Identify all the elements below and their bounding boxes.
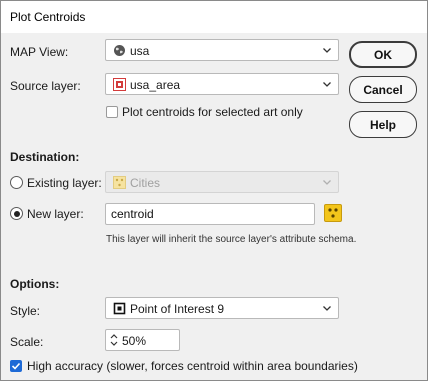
point-layer-icon <box>113 176 126 189</box>
map-view-value: usa <box>130 44 150 58</box>
point-style-icon <box>328 208 338 218</box>
style-label: Style: <box>10 304 41 318</box>
high-accuracy-label: High accuracy (slower, forces centroid w… <box>27 359 358 373</box>
title-bar: Plot Centroids <box>1 1 427 33</box>
window-title: Plot Centroids <box>10 10 86 24</box>
existing-layer-value: Cities <box>130 176 161 190</box>
cancel-button[interactable]: Cancel <box>349 76 417 103</box>
style-dropdown[interactable]: Point of Interest 9 <box>105 297 339 319</box>
chevron-down-icon <box>323 48 331 53</box>
selected-only-label: Plot centroids for selected art only <box>122 105 303 119</box>
globe-icon <box>114 45 125 56</box>
existing-layer-dropdown[interactable]: Cities <box>105 171 339 193</box>
existing-layer-label: Existing layer: <box>27 176 102 190</box>
destination-heading: Destination: <box>10 150 80 164</box>
new-layer-label: New layer: <box>27 207 84 221</box>
plot-centroids-dialog: Plot Centroids MAP View: usa Source laye… <box>0 0 428 381</box>
checkmark-icon <box>11 362 21 370</box>
area-layer-icon <box>113 78 126 91</box>
source-layer-value: usa_area <box>130 78 181 92</box>
ok-button[interactable]: OK <box>349 41 417 68</box>
layer-style-button[interactable] <box>324 204 342 222</box>
chevron-down-icon <box>323 306 331 311</box>
stepper-arrows-icon[interactable] <box>109 332 119 348</box>
source-layer-label: Source layer: <box>10 79 81 93</box>
map-view-dropdown[interactable]: usa <box>105 39 339 61</box>
existing-layer-radio[interactable] <box>10 176 23 189</box>
source-layer-dropdown[interactable]: usa_area <box>105 73 339 95</box>
chevron-down-icon <box>323 82 331 87</box>
scale-stepper[interactable]: 50% <box>105 329 180 351</box>
scale-label: Scale: <box>10 335 44 349</box>
options-heading: Options: <box>10 277 60 291</box>
chevron-down-icon <box>323 180 331 185</box>
new-layer-name-input[interactable] <box>105 203 315 225</box>
help-button[interactable]: Help <box>349 111 417 138</box>
style-value: Point of Interest 9 <box>130 302 225 316</box>
map-view-label: MAP View: <box>10 45 69 59</box>
new-layer-radio[interactable] <box>10 207 23 220</box>
point-of-interest-icon <box>113 302 126 315</box>
selected-only-checkbox[interactable] <box>106 106 118 118</box>
schema-note: This layer will inherit the source layer… <box>106 234 357 245</box>
scale-value: 50% <box>122 334 147 348</box>
high-accuracy-checkbox[interactable] <box>10 360 22 372</box>
